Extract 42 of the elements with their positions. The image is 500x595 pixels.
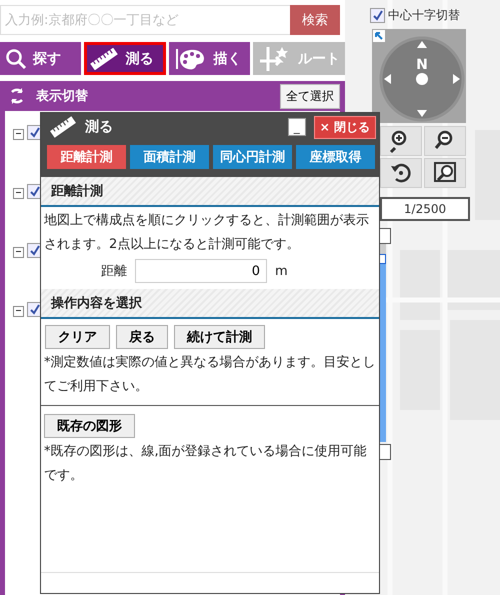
tool-tab[interactable]: 描く (168, 42, 250, 75)
rotate-button[interactable] (380, 158, 422, 188)
select-all-button[interactable]: 全て選択 (280, 84, 340, 108)
section-header: 操作内容を選択 (41, 289, 379, 319)
note-text: *既存の図形は、線,面が登録されている場合に使用可能です。 (43, 443, 368, 485)
crosshair-label: 中心十字切替 (388, 7, 460, 24)
dialog-title: 測る (85, 118, 114, 136)
measure-tab[interactable]: 同心円計測 (213, 145, 292, 169)
direction-pad[interactable] (380, 36, 464, 122)
close-button[interactable]: × 閉じる (314, 116, 376, 138)
measure-tab[interactable]: 座標取得 (296, 145, 375, 169)
note-text: *測定数値は実際の値と異なる場合があります。目安としてご利用下さい。 (43, 354, 376, 396)
instructions-text: 地図上で構成点を順にクリックすると、計測範囲が表示されます。2点以上になると計測可能です。 (43, 212, 370, 254)
ruler-icon (89, 48, 120, 70)
measure-tab[interactable]: 面積計測 (130, 145, 209, 169)
section-header: 距離計測 (41, 177, 379, 207)
unit-label: m (275, 264, 288, 278)
existing-shapes-button[interactable]: 既存の図形 (44, 414, 135, 438)
distance-label: 距離 (101, 263, 127, 280)
distance-field[interactable]: 0 (135, 259, 267, 283)
tool-tab[interactable]: 探す (0, 42, 82, 75)
minimize-button[interactable]: _ (288, 118, 306, 136)
panel-title: 表示切替 (36, 88, 89, 105)
scale-field: 1/2500 (380, 197, 470, 221)
collapse-icon[interactable] (13, 129, 24, 140)
search-button[interactable]: 検索 (290, 5, 340, 35)
collapse-icon[interactable] (13, 247, 24, 258)
crosshair-checkbox[interactable] (370, 8, 385, 23)
action-button[interactable]: クリア (45, 325, 110, 349)
zoom-area-button[interactable] (424, 158, 466, 188)
north-label: N (416, 57, 428, 73)
search-field[interactable]: 入力例:京都府〇〇一丁目など (0, 5, 290, 35)
tool-tab[interactable]: 測る (84, 42, 166, 75)
compass-control[interactable]: N (372, 29, 466, 123)
corner-arrow-icon[interactable] (373, 30, 385, 42)
collapse-icon[interactable] (13, 188, 24, 199)
refresh-icon (8, 87, 26, 105)
search-icon (5, 48, 27, 70)
action-button[interactable]: 戻る (116, 325, 168, 349)
collapse-icon[interactable] (13, 306, 24, 317)
action-button[interactable]: 続けて計測 (174, 325, 265, 349)
measure-tab[interactable]: 距離計測 (47, 145, 126, 169)
